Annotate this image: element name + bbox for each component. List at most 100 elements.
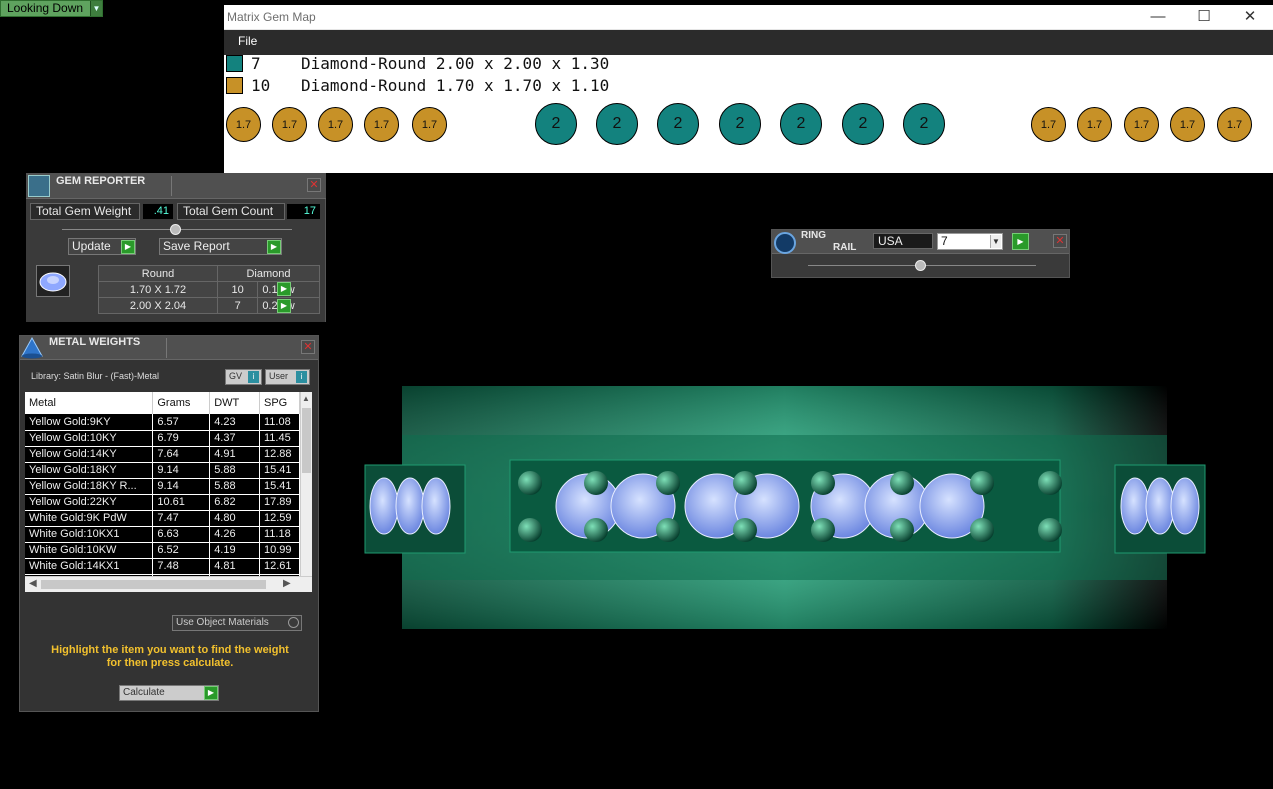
play-icon[interactable]: ▶ xyxy=(204,686,218,700)
gem-marker[interactable]: 1.7 xyxy=(1031,107,1066,142)
gem-marker[interactable]: 1.7 xyxy=(226,107,261,142)
legend-desc: Diamond-Round 1.70 x 1.70 x 1.10 xyxy=(301,75,610,95)
dwt-cell: 4.37 xyxy=(209,430,260,447)
play-icon[interactable]: ▶ xyxy=(121,240,135,254)
spg-cell: 17.89 xyxy=(259,494,300,511)
gem-marker[interactable]: 1.7 xyxy=(272,107,307,142)
horizontal-scrollbar[interactable]: ◀ ▶ xyxy=(25,576,312,592)
dwt-cell: 6.82 xyxy=(209,494,260,511)
chevron-right-icon[interactable]: ▶ xyxy=(283,578,291,589)
column-header-spg[interactable]: SPG xyxy=(259,392,300,414)
gem-marker[interactable]: 2 xyxy=(535,103,577,145)
use-object-materials-button[interactable]: Use Object Materials xyxy=(172,615,302,631)
legend-count: 7 xyxy=(251,53,261,73)
slider-handle[interactable] xyxy=(170,224,181,235)
maximize-button[interactable]: ☐ xyxy=(1181,5,1227,30)
viewport-label[interactable]: Looking Down ▼ xyxy=(0,0,103,17)
ring-3d-view[interactable] xyxy=(360,380,1220,635)
gem-marker[interactable]: 1.7 xyxy=(1077,107,1112,142)
dwt-cell: 4.26 xyxy=(209,526,260,543)
gem-marker[interactable]: 1.7 xyxy=(1170,107,1205,142)
gem-marker[interactable]: 2 xyxy=(842,103,884,145)
table-row[interactable]: Yellow Gold:14KY 7.64 4.91 12.88 xyxy=(25,446,300,463)
spg-cell: 15.41 xyxy=(259,462,300,479)
metal-weights-panel: METAL WEIGHTS ✕ Library: Satin Blur - (F… xyxy=(19,335,319,712)
vertical-scrollbar[interactable]: ▲ ▼ xyxy=(300,392,312,592)
column-header-metal[interactable]: Metal xyxy=(25,392,154,414)
side-stone xyxy=(369,477,399,535)
chevron-left-icon[interactable]: ◀ xyxy=(29,578,37,589)
spg-cell: 11.45 xyxy=(259,430,300,447)
gem-reporter-panel: GEM REPORTER ✕ Total Gem Weight .41 Tota… xyxy=(26,173,326,322)
legend-desc: Diamond-Round 2.00 x 2.00 x 1.30 xyxy=(301,53,610,73)
side-stones-right xyxy=(1120,477,1200,535)
gem-marker[interactable]: 2 xyxy=(780,103,822,145)
table-row[interactable]: Yellow Gold:9KY 6.57 4.23 11.08 xyxy=(25,414,300,431)
dwt-cell: 4.81 xyxy=(209,558,260,575)
gem-marker[interactable]: 1.7 xyxy=(1217,107,1252,142)
prong-bead xyxy=(1038,471,1062,495)
column-header-round: Round xyxy=(98,265,218,282)
close-icon[interactable]: ✕ xyxy=(307,178,321,192)
chevron-up-icon[interactable]: ▲ xyxy=(302,394,310,403)
user-label: User xyxy=(269,371,289,381)
gem-marker[interactable]: 2 xyxy=(596,103,638,145)
use-object-materials-label: Use Object Materials xyxy=(176,617,269,628)
table-row[interactable]: White Gold:14KX1 7.48 4.81 12.61 xyxy=(25,558,300,575)
region-field[interactable]: USA xyxy=(873,233,933,249)
table-row[interactable]: Yellow Gold:18KY R... 9.14 5.88 15.41 xyxy=(25,478,300,495)
table-row[interactable]: Yellow Gold:18KY 9.14 5.88 15.41 xyxy=(25,462,300,479)
slider-handle[interactable] xyxy=(915,260,926,271)
toggle-indicator[interactable] xyxy=(288,617,299,628)
gem-marker[interactable]: 1.7 xyxy=(1124,107,1159,142)
play-icon[interactable]: ▶ xyxy=(1012,233,1029,250)
close-icon[interactable]: ✕ xyxy=(301,340,315,354)
metal-name-cell: White Gold:10KX1 xyxy=(25,526,154,543)
metal-name-cell: Yellow Gold:22KY xyxy=(25,494,154,511)
gem-size-cell: 1.70 X 1.72 xyxy=(98,281,218,298)
gem-size-cell: 2.00 X 2.04 xyxy=(98,297,218,314)
metal-name-cell: White Gold:10KW xyxy=(25,542,154,559)
save-report-button[interactable]: Save Report xyxy=(159,238,282,255)
column-header-grams[interactable]: Grams xyxy=(152,392,211,414)
chevron-down-icon[interactable]: ▼ xyxy=(990,235,1001,248)
menu-file[interactable]: File xyxy=(238,34,257,48)
ring-rail-title-line1: RING xyxy=(801,230,826,241)
gem-marker[interactable]: 1.7 xyxy=(364,107,399,142)
close-icon[interactable]: ✕ xyxy=(1053,234,1067,248)
table-row[interactable]: White Gold:9K PdW 7.47 4.80 12.59 xyxy=(25,510,300,527)
info-icon[interactable]: i xyxy=(248,371,259,383)
scrollbar-thumb[interactable] xyxy=(302,408,311,473)
side-stones-left xyxy=(369,477,451,535)
save-report-label: Save Report xyxy=(163,239,230,253)
minimize-button[interactable]: — xyxy=(1135,5,1181,30)
total-gem-weight-label: Total Gem Weight xyxy=(30,203,140,220)
gem-marker[interactable]: 2 xyxy=(657,103,699,145)
column-header-dwt[interactable]: DWT xyxy=(209,392,260,414)
gem-marker[interactable]: 2 xyxy=(903,103,945,145)
table-row[interactable]: Yellow Gold:10KY 6.79 4.37 11.45 xyxy=(25,430,300,447)
table-row[interactable]: White Gold:10KW 6.52 4.19 10.99 xyxy=(25,542,300,559)
gem-map-window: Matrix Gem Map — ☐ ✕ File 7 Diamond-Roun… xyxy=(224,5,1273,173)
metal-weights-table: Metal Grams DWT SPG Yellow Gold:9KY 6.57 4… xyxy=(25,392,312,592)
chevron-down-icon[interactable]: ▼ xyxy=(90,1,102,16)
dwt-cell: 4.80 xyxy=(209,510,260,527)
grams-cell: 7.47 xyxy=(152,510,211,527)
gem-marker[interactable]: 1.7 xyxy=(412,107,447,142)
info-icon[interactable]: i xyxy=(296,371,307,383)
ring-size-value: 7 xyxy=(941,234,948,248)
gem-marker[interactable]: 1.7 xyxy=(318,107,353,142)
dwt-cell: 4.23 xyxy=(209,414,260,431)
gem-marker[interactable]: 2 xyxy=(719,103,761,145)
table-row[interactable]: White Gold:10KX1 6.63 4.26 11.18 xyxy=(25,526,300,543)
table-row[interactable]: Yellow Gold:22KY 10.61 6.82 17.89 xyxy=(25,494,300,511)
scrollbar-thumb[interactable] xyxy=(41,580,266,589)
play-icon[interactable]: ▶ xyxy=(277,299,291,313)
gem-reporter-header: GEM REPORTER ✕ xyxy=(26,173,326,199)
close-button[interactable]: ✕ xyxy=(1227,5,1273,30)
ring-render xyxy=(364,386,1206,629)
spg-cell: 12.59 xyxy=(259,510,300,527)
play-icon[interactable]: ▶ xyxy=(277,282,291,296)
header-divider xyxy=(171,176,172,196)
play-icon[interactable]: ▶ xyxy=(267,240,281,254)
